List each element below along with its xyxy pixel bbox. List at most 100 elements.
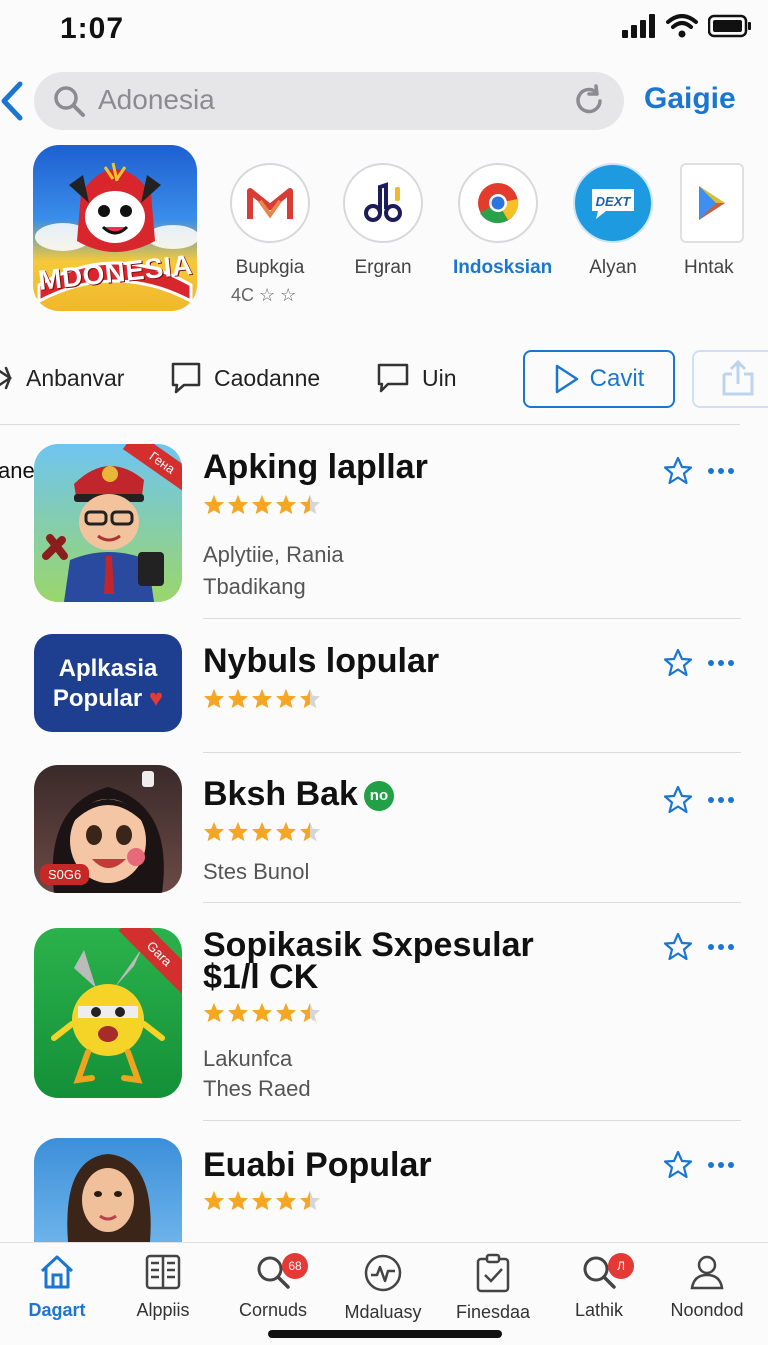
more-options-icon[interactable] [707, 659, 735, 667]
filter-share-button[interactable] [692, 350, 768, 408]
search-row: Adonesia Gaigie [0, 70, 768, 134]
app-icon[interactable]: S0G6 [34, 765, 182, 893]
status-bar: 1:07 [0, 0, 768, 58]
star-favorite-icon[interactable] [663, 785, 693, 815]
woman-portrait-illustration [67, 1154, 151, 1242]
tab-apps[interactable]: Alppiis [108, 1253, 218, 1321]
app-icon-text-2: Popular [52, 685, 143, 712]
star-icon [275, 494, 297, 515]
filter-chip-2[interactable]: Caodanne [170, 350, 320, 406]
star-icon [227, 688, 249, 709]
chat-bubble-icon: DEXT [592, 189, 634, 219]
back-chevron-icon[interactable] [0, 78, 30, 124]
tab-activity[interactable]: Mdaluasy [328, 1253, 438, 1323]
star-icon [299, 821, 321, 842]
tab-search[interactable]: 68 Cornuds [218, 1253, 328, 1321]
star-icon [227, 494, 249, 515]
gmail-style-icon [247, 188, 293, 219]
tab-account[interactable]: Noondod [652, 1253, 762, 1321]
home-icon [40, 1255, 74, 1289]
comment-icon [171, 362, 201, 394]
filter-play-button[interactable]: Cavit [523, 350, 675, 408]
person-icon [690, 1255, 724, 1290]
search-input[interactable]: Adonesia [98, 84, 215, 116]
status-time: 1:07 [60, 12, 125, 45]
mini-app-3[interactable]: Indosksian [453, 163, 552, 279]
more-options-icon[interactable] [707, 467, 735, 475]
star-favorite-icon[interactable] [663, 932, 693, 962]
more-options-icon[interactable] [707, 943, 735, 951]
app-title: Sopikasik Sxpesular [203, 926, 534, 964]
battery-icon [708, 14, 751, 38]
mini-app-label: Ergran [354, 257, 412, 278]
filter-row: Anbanvar Caodanne Uin Cavit [0, 350, 768, 410]
mini-app-label: Hntak [684, 257, 734, 278]
star-rating [203, 494, 321, 516]
tab-label: Cornuds [238, 1300, 308, 1320]
star-favorite-icon[interactable] [663, 1150, 693, 1180]
filter-chip-label: Uin [422, 364, 457, 391]
mini-app-2[interactable]: Ergran [338, 163, 428, 279]
app-title-line-2: $1/l CK [203, 958, 319, 996]
app-title: Bksh Bak [203, 775, 358, 813]
play-store-icon [699, 186, 725, 220]
tab-label: Finesdaa [455, 1302, 531, 1322]
star-icon [251, 1190, 273, 1211]
star-icon [203, 1002, 225, 1023]
star-favorite-icon[interactable] [663, 648, 693, 678]
mini-app-rating: 4C ☆ ☆ [231, 285, 297, 305]
star-favorite-icon[interactable] [663, 456, 693, 486]
message-icon [377, 363, 409, 393]
app-icon[interactable]: Aplkasia Popular ♥ [34, 634, 182, 732]
tab-finance[interactable]: Finesdaa [438, 1253, 548, 1323]
star-icon [299, 1002, 321, 1023]
app-subtitle-2: Thes Raed [203, 1076, 311, 1101]
filter-chip-label: Anbanvar [26, 364, 125, 391]
search-go-button[interactable]: Gaigie [644, 82, 736, 116]
notification-badge: 68 [282, 1253, 308, 1279]
app-title: Apking lapllar [203, 448, 428, 486]
star-icon [203, 494, 225, 515]
mini-app-4[interactable]: DEXT Alyan [568, 163, 658, 279]
star-icon [275, 821, 297, 842]
divider [203, 752, 741, 753]
app-subtitle-2: Tbadikang [203, 574, 306, 599]
more-options-icon[interactable] [707, 1161, 735, 1169]
divider [203, 618, 741, 619]
app-icon[interactable]: Gara [34, 928, 182, 1098]
notification-badge: Л [608, 1253, 634, 1279]
activity-icon [364, 1254, 402, 1292]
star-rating [203, 1002, 321, 1024]
mini-app-5[interactable]: Hntak [680, 163, 766, 279]
app-icon-tag: S0G6 [48, 867, 82, 882]
search-icon [54, 86, 85, 117]
star-icon [227, 1002, 249, 1023]
side-text: ane [0, 458, 35, 483]
filter-chip-1[interactable]: Anbanvar [0, 350, 124, 406]
mini-app-label: Bupkgia [235, 257, 305, 278]
app-icon[interactable] [34, 1138, 182, 1242]
app-subtitle: Stes Bunol [203, 859, 310, 884]
star-icon [275, 1190, 297, 1211]
star-icon [275, 1002, 297, 1023]
tab-latest[interactable]: Л Lathik [544, 1253, 654, 1321]
wifi-icon [666, 14, 698, 38]
apps-grid-icon [145, 1254, 181, 1290]
star-rating [203, 1190, 321, 1212]
star-rating [203, 821, 321, 843]
star-icon [275, 688, 297, 709]
refresh-icon[interactable] [572, 84, 606, 118]
search-bar[interactable]: Adonesia [34, 72, 624, 130]
clipboard-check-icon [476, 1253, 510, 1293]
star-icon [251, 688, 273, 709]
app-icon[interactable]: Гена [34, 444, 182, 602]
mini-app-1[interactable]: Bupkgia 4C ☆ ☆ [225, 163, 315, 306]
star-icon [251, 821, 273, 842]
featured-app-icon[interactable]: MDONESIA [33, 145, 197, 311]
app-title: Euabi Popular [203, 1146, 432, 1184]
tab-label: Dagart [28, 1300, 86, 1320]
filter-chip-3[interactable]: Uin [376, 350, 457, 406]
star-icon [203, 688, 225, 709]
more-options-icon[interactable] [707, 796, 735, 804]
tab-today[interactable]: Dagart [2, 1253, 112, 1321]
